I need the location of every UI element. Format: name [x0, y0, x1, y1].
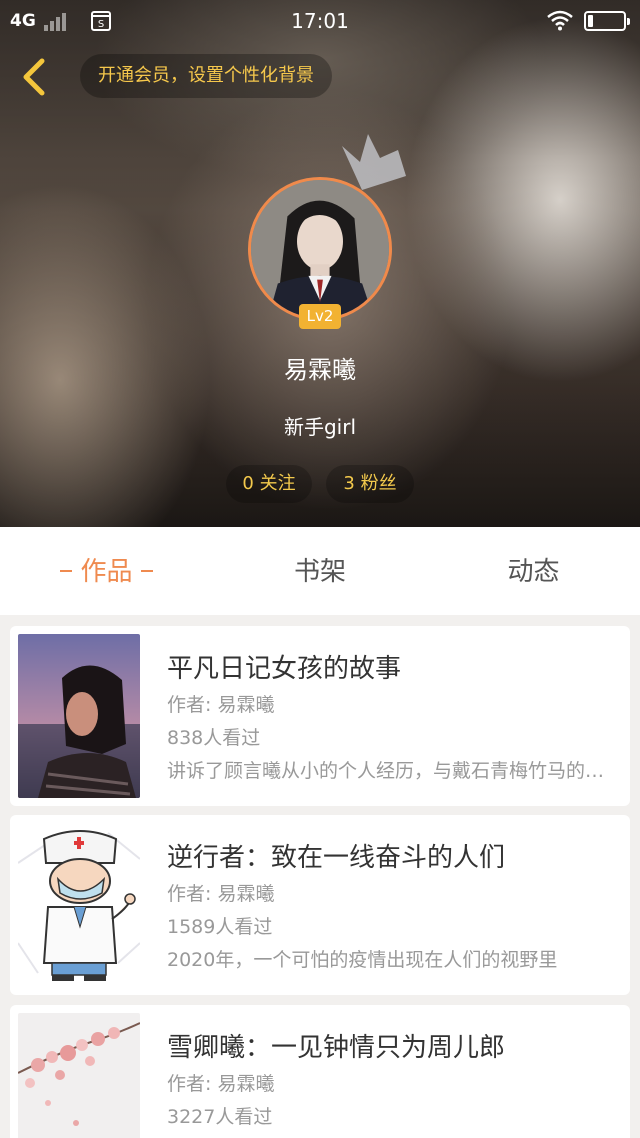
avatar-portrait [251, 180, 389, 318]
status-time: 17:01 [291, 9, 349, 33]
work-card[interactable]: 雪卿曦：一见钟情只为周儿郎 作者: 易霖曦 3227人看过 [10, 1005, 630, 1138]
active-tab-indicator-left [60, 569, 73, 572]
work-title: 逆行者：致在一线奋斗的人们 [167, 843, 506, 873]
work-title: 平凡日记女孩的故事 [167, 654, 402, 684]
work-view-count: 838人看过 [167, 727, 261, 749]
avatar[interactable] [248, 177, 392, 321]
tab-bookshelf[interactable]: 书架 [213, 527, 427, 615]
work-description: 讲诉了顾言曦从小的个人经历，与戴石青梅竹马的故事 [167, 760, 613, 782]
tab-works[interactable]: 作品 [0, 527, 213, 615]
work-card[interactable]: 逆行者：致在一线奋斗的人们 作者: 易霖曦 1589人看过 2020年，一个可怕… [10, 815, 630, 995]
work-cover-image [18, 1013, 140, 1138]
status-bar: 4G S 17:01 [0, 0, 640, 42]
work-title: 雪卿曦：一见钟情只为周儿郎 [167, 1033, 506, 1063]
back-button[interactable] [14, 55, 54, 99]
tab-bar: 作品 书架 动态 [0, 527, 640, 615]
user-title: 新手girl [283, 415, 357, 439]
chevron-left-icon [23, 58, 45, 96]
work-author: 作者: 易霖曦 [167, 1073, 275, 1095]
tab-activity-label: 动态 [507, 557, 560, 587]
tab-works-label: 作品 [80, 557, 133, 587]
battery-icon [584, 11, 630, 31]
tab-activity[interactable]: 动态 [427, 527, 640, 615]
level-badge: Lv2 [299, 304, 341, 329]
work-cover-image [18, 634, 140, 798]
following-count-button[interactable]: 0 关注 [226, 465, 312, 503]
vip-background-button[interactable]: 开通会员，设置个性化背景 [80, 54, 332, 98]
fans-count-button[interactable]: 3 粉丝 [326, 465, 414, 503]
work-author: 作者: 易霖曦 [167, 694, 275, 716]
profile-header: 4G S 17:01 开通会员，设置个性化背景 Lv2 易霖曦 新手girl 0… [0, 0, 640, 527]
work-description: 2020年，一个可怕的疫情出现在人们的视野里 [167, 949, 558, 971]
active-tab-indicator-right [140, 569, 153, 572]
username: 易霖曦 [284, 356, 356, 384]
work-card[interactable]: 平凡日记女孩的故事 作者: 易霖曦 838人看过 讲诉了顾言曦从小的个人经历，与… [10, 626, 630, 806]
wifi-icon [547, 10, 573, 31]
tab-bookshelf-label: 书架 [293, 557, 346, 587]
work-view-count: 1589人看过 [167, 916, 273, 938]
work-cover-image [18, 823, 140, 987]
work-view-count: 3227人看过 [167, 1106, 273, 1128]
work-author: 作者: 易霖曦 [167, 883, 275, 905]
